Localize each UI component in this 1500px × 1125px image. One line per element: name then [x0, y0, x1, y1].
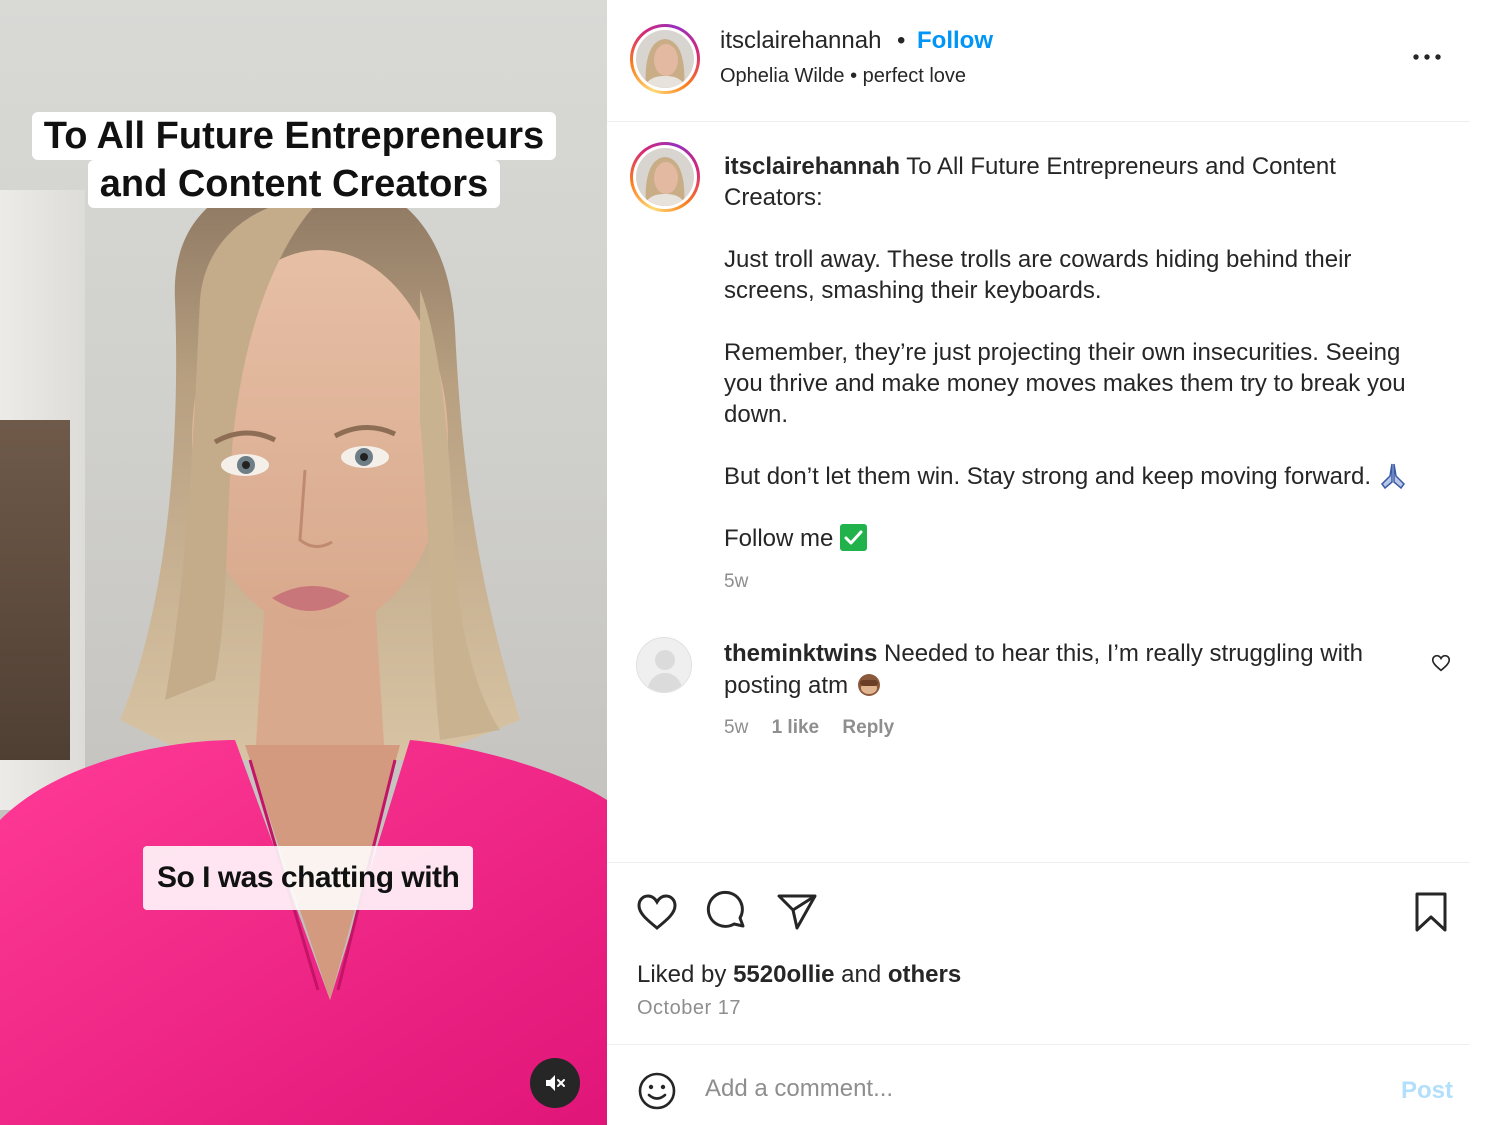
audio-info[interactable]: Ophelia Wilde • perfect love: [720, 65, 966, 88]
author-avatar-photo: [636, 30, 694, 88]
caption-author-avatar[interactable]: [630, 142, 700, 212]
post-actions: Liked by 5520ollie and others October 17: [607, 862, 1470, 1044]
praying-hands-icon: [1380, 463, 1405, 490]
share-send-icon[interactable]: [775, 890, 819, 934]
comment-text: theminktwins Needed to hear this, I’m re…: [724, 638, 1404, 702]
liked-by-user[interactable]: 5520ollie: [733, 961, 834, 988]
caption-username[interactable]: itsclairehannah: [724, 153, 900, 180]
audio-track: perfect love: [862, 65, 967, 87]
mute-button[interactable]: [530, 1058, 580, 1108]
comment-like-icon[interactable]: [1430, 652, 1452, 674]
bookmark-save-icon[interactable]: [1409, 890, 1453, 934]
liked-by-others[interactable]: others: [888, 961, 961, 988]
reel-video[interactable]: To All Future Entrepreneurs and Content …: [0, 0, 607, 1125]
like-heart-icon[interactable]: [635, 890, 679, 934]
comment-item: theminktwins Needed to hear this, I’m re…: [607, 632, 1470, 752]
video-caption-top: To All Future Entrepreneurs and Content …: [26, 112, 562, 208]
post-date[interactable]: October 17: [637, 997, 741, 1020]
comment-input[interactable]: [705, 1069, 1345, 1109]
muted-speaker-icon: [546, 1075, 565, 1091]
post-panel: itsclairehannah • Follow Ophelia Wilde •…: [607, 0, 1470, 1125]
caption-timestamp[interactable]: 5w: [724, 571, 748, 593]
default-avatar-icon: [637, 638, 691, 692]
caption-paragraph-1: Just troll away. These trolls are coward…: [724, 246, 1352, 304]
video-subtitle: So I was chatting with: [143, 846, 474, 910]
liked-by-prefix: Liked by: [637, 961, 727, 988]
page-margin: [1470, 0, 1500, 1125]
post-header: itsclairehannah • Follow Ophelia Wilde •…: [607, 0, 1470, 122]
more-options-icon[interactable]: [1410, 42, 1444, 72]
caption-paragraph-2: Remember, they’re just projecting their …: [724, 339, 1406, 428]
comment-meta: 5w 1 like Reply: [724, 717, 912, 739]
liked-by-text: Liked by 5520ollie and others: [637, 961, 961, 989]
comment-timestamp[interactable]: 5w: [724, 717, 748, 738]
caption-paragraph-4: Follow me: [724, 525, 834, 552]
caption-text: itsclairehannah To All Future Entreprene…: [724, 151, 1434, 554]
audio-separator: •: [850, 65, 858, 87]
emoji-picker-icon[interactable]: [637, 1071, 677, 1111]
comment-bubble-icon[interactable]: [705, 890, 749, 934]
video-caption-line-1: To All Future Entrepreneurs: [31, 112, 557, 160]
video-caption-line-2: and Content Creators: [87, 160, 501, 208]
comment-likes[interactable]: 1 like: [772, 717, 820, 738]
commenter-avatar[interactable]: [636, 637, 692, 693]
post-comment-button[interactable]: Post: [1401, 1077, 1453, 1105]
author-username[interactable]: itsclairehannah: [720, 27, 881, 55]
follow-button[interactable]: Follow: [917, 27, 993, 55]
liked-by-and: and: [841, 961, 882, 988]
check-mark-icon: [840, 524, 868, 551]
separator-dot: •: [897, 27, 906, 54]
reply-button[interactable]: Reply: [842, 717, 894, 738]
monkey-emoji-icon: [857, 674, 880, 696]
author-avatar[interactable]: [630, 24, 700, 94]
audio-artist: Ophelia Wilde: [720, 65, 845, 87]
commenter-username[interactable]: theminktwins: [724, 640, 877, 667]
caption-paragraph-3: But don’t let them win. Stay strong and …: [724, 463, 1372, 490]
add-comment-bar: Post: [607, 1044, 1470, 1125]
caption-avatar-photo: [636, 148, 694, 206]
